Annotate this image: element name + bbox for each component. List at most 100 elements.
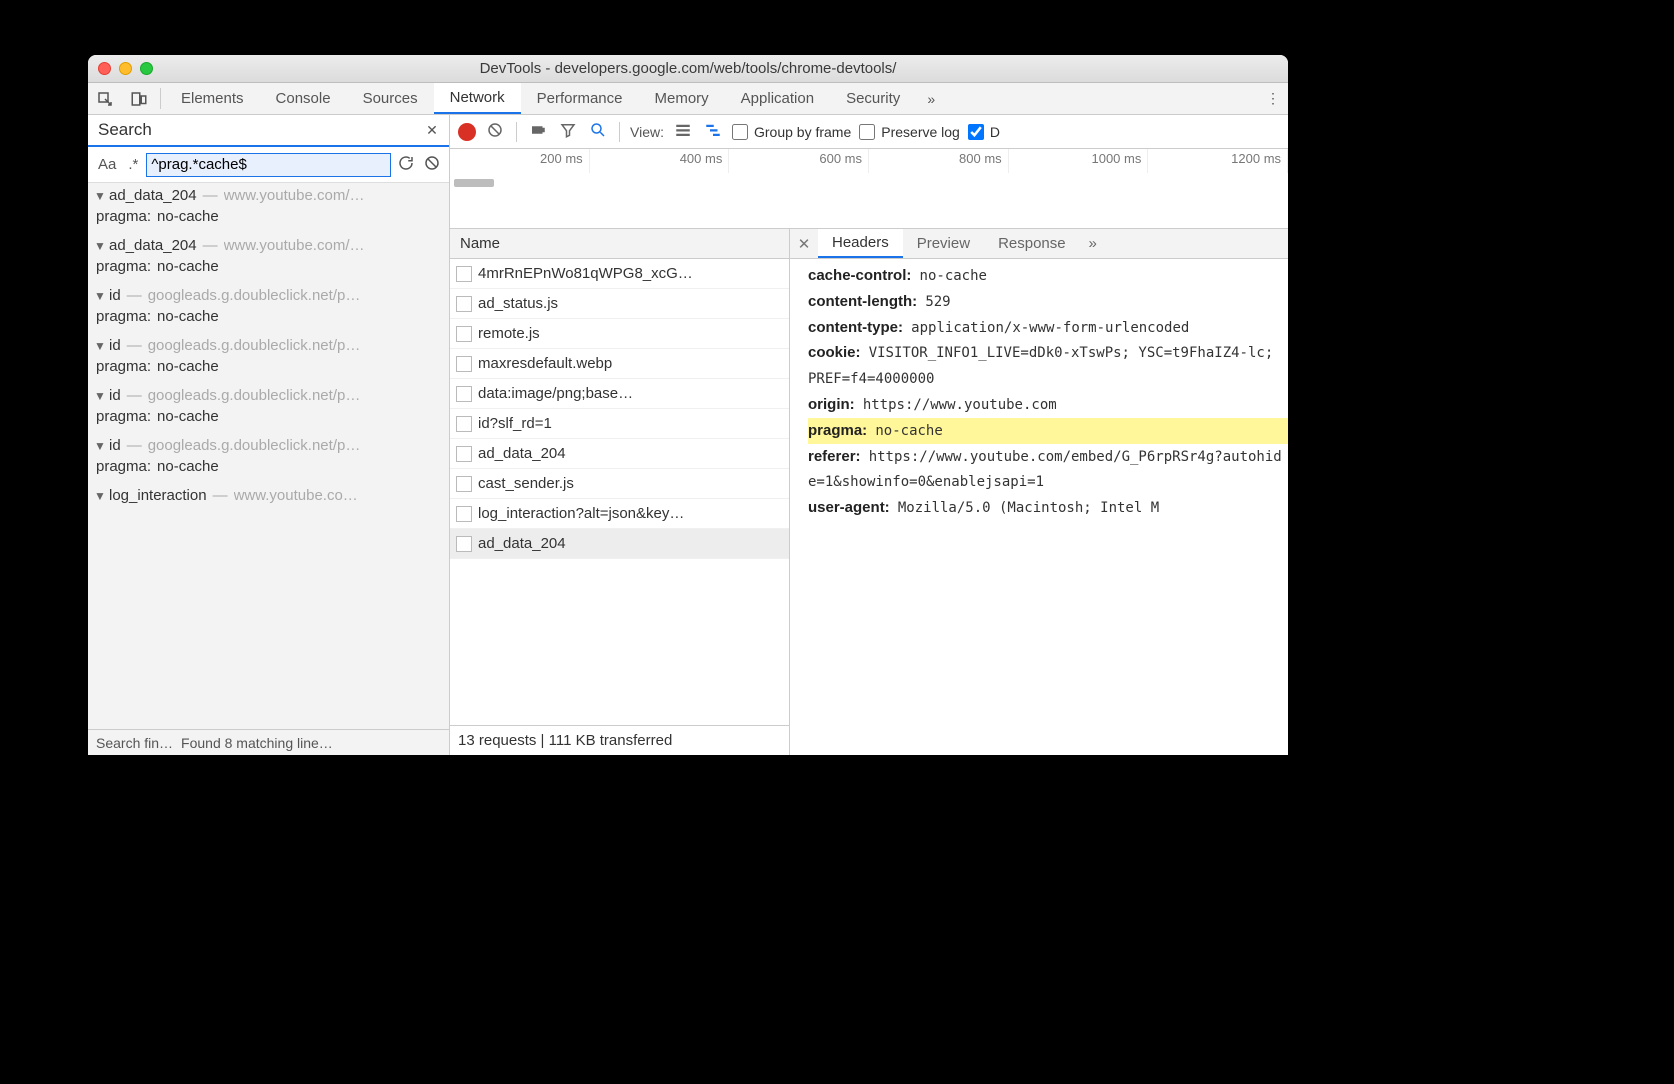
- request-row[interactable]: maxresdefault.webp: [450, 349, 789, 379]
- result-match[interactable]: pragma:no-cache: [94, 304, 443, 325]
- header-value: Mozilla/5.0 (Macintosh; Intel M: [894, 500, 1159, 516]
- request-row[interactable]: log_interaction?alt=json&key…: [450, 499, 789, 529]
- clear-search-icon[interactable]: [421, 154, 443, 175]
- tab-performance[interactable]: Performance: [521, 83, 639, 114]
- view-label: View:: [630, 124, 664, 140]
- tab-security[interactable]: Security: [830, 83, 916, 114]
- tab-sources[interactable]: Sources: [347, 83, 434, 114]
- minimize-window-button[interactable]: [119, 62, 132, 75]
- request-row[interactable]: id?slf_rd=1: [450, 409, 789, 439]
- header-value: https://www.youtube.com: [859, 397, 1057, 413]
- preserve-log-checkbox[interactable]: Preserve log: [859, 124, 960, 140]
- result-match[interactable]: pragma:no-cache: [94, 404, 443, 425]
- tab-console[interactable]: Console: [260, 83, 347, 114]
- request-row[interactable]: cast_sender.js: [450, 469, 789, 499]
- tab-memory[interactable]: Memory: [639, 83, 725, 114]
- search-result-item[interactable]: ▼id—googleads.g.doubleclick.net/p…pragma…: [88, 283, 449, 333]
- request-name: 4mrRnEPnWo81qWPG8_xcG…: [478, 265, 693, 282]
- tab-network[interactable]: Network: [434, 83, 521, 114]
- match-case-icon[interactable]: Aa: [94, 156, 120, 173]
- request-row[interactable]: data:image/png;base…: [450, 379, 789, 409]
- expand-triangle-icon[interactable]: ▼: [94, 189, 107, 203]
- header-row[interactable]: content-type: application/x-www-form-url…: [808, 315, 1288, 341]
- details-tab-headers[interactable]: Headers: [818, 229, 903, 258]
- group-by-frame-checkbox[interactable]: Group by frame: [732, 124, 851, 140]
- request-row[interactable]: ad_status.js: [450, 289, 789, 319]
- expand-triangle-icon[interactable]: ▼: [94, 339, 107, 353]
- more-options-icon[interactable]: ⋮: [1258, 83, 1288, 114]
- result-match[interactable]: pragma:no-cache: [94, 254, 443, 275]
- timeline-tick: 1200 ms: [1148, 149, 1288, 173]
- device-toolbar-icon[interactable]: [122, 83, 156, 114]
- result-filename: id: [109, 287, 121, 304]
- search-result-item[interactable]: ▼id—googleads.g.doubleclick.net/p…pragma…: [88, 333, 449, 383]
- screenshot-icon[interactable]: [527, 121, 549, 142]
- header-row[interactable]: user-agent: Mozilla/5.0 (Macintosh; Inte…: [808, 495, 1288, 521]
- network-toolbar: View: Group by frame Preserve log D: [450, 115, 1288, 149]
- header-row[interactable]: cookie: VISITOR_INFO1_LIVE=dDk0-xTswPs; …: [808, 340, 1288, 392]
- more-tabs-chevron-icon[interactable]: »: [916, 83, 946, 114]
- result-filename: ad_data_204: [109, 187, 197, 204]
- result-origin: googleads.g.doubleclick.net/p…: [148, 437, 361, 454]
- regex-icon[interactable]: .*: [124, 156, 142, 173]
- record-button[interactable]: [458, 123, 476, 141]
- header-row[interactable]: cache-control: no-cache: [808, 263, 1288, 289]
- file-icon: [456, 476, 472, 492]
- timeline-tick: 400 ms: [590, 149, 730, 173]
- details-tab-preview[interactable]: Preview: [903, 229, 984, 258]
- request-list: Name 4mrRnEPnWo81qWPG8_xcG… ad_status.jsr…: [450, 229, 790, 755]
- timeline-tick: 600 ms: [729, 149, 869, 173]
- search-result-item[interactable]: ▼ad_data_204—www.youtube.com/…pragma:no-…: [88, 183, 449, 233]
- header-row[interactable]: referer: https://www.youtube.com/embed/G…: [808, 444, 1288, 496]
- expand-triangle-icon[interactable]: ▼: [94, 439, 107, 453]
- clear-icon[interactable]: [484, 121, 506, 142]
- search-result-item[interactable]: ▼ad_data_204—www.youtube.com/…pragma:no-…: [88, 233, 449, 283]
- timeline-tick: 200 ms: [450, 149, 590, 173]
- search-result-item[interactable]: ▼id—googleads.g.doubleclick.net/p…pragma…: [88, 383, 449, 433]
- overview-timeline[interactable]: 200 ms400 ms600 ms800 ms1000 ms1200 ms: [450, 149, 1288, 229]
- waterfall-icon[interactable]: [702, 121, 724, 142]
- header-row[interactable]: content-length: 529: [808, 289, 1288, 315]
- headers-body: cache-control: no-cachecontent-length: 5…: [790, 259, 1288, 755]
- refresh-search-icon[interactable]: [395, 154, 417, 175]
- search-status: Search fin… Found 8 matching line…: [88, 729, 449, 755]
- request-row[interactable]: 4mrRnEPnWo81qWPG8_xcG…: [450, 259, 789, 289]
- inspect-element-icon[interactable]: [88, 83, 122, 114]
- disable-cache-checkbox[interactable]: D: [968, 124, 1000, 140]
- result-origin: googleads.g.doubleclick.net/p…: [148, 387, 361, 404]
- column-header-name[interactable]: Name: [450, 229, 789, 259]
- details-tab-response[interactable]: Response: [984, 229, 1080, 258]
- search-result-item[interactable]: ▼log_interaction—www.youtube.co…: [88, 483, 449, 512]
- zoom-window-button[interactable]: [140, 62, 153, 75]
- search-input[interactable]: [146, 153, 391, 177]
- expand-triangle-icon[interactable]: ▼: [94, 289, 107, 303]
- result-filename: id: [109, 337, 121, 354]
- tab-elements[interactable]: Elements: [165, 83, 260, 114]
- close-details-icon[interactable]: ✕: [790, 229, 818, 258]
- header-key: user-agent:: [808, 499, 890, 516]
- close-search-icon[interactable]: ✕: [421, 122, 443, 139]
- result-match[interactable]: pragma:no-cache: [94, 454, 443, 475]
- request-row[interactable]: ad_data_204: [450, 529, 789, 559]
- file-icon: [456, 446, 472, 462]
- search-icon[interactable]: [587, 121, 609, 142]
- header-row[interactable]: pragma: no-cache: [808, 418, 1288, 444]
- large-rows-icon[interactable]: [672, 121, 694, 142]
- details-more-tabs-icon[interactable]: »: [1080, 229, 1106, 258]
- devtools-window: DevTools - developers.google.com/web/too…: [88, 55, 1288, 755]
- request-row[interactable]: remote.js: [450, 319, 789, 349]
- tab-application[interactable]: Application: [725, 83, 830, 114]
- filter-icon[interactable]: [557, 121, 579, 142]
- request-row[interactable]: ad_data_204: [450, 439, 789, 469]
- file-icon: [456, 356, 472, 372]
- timeline-tick: 1000 ms: [1009, 149, 1149, 173]
- search-result-item[interactable]: ▼id—googleads.g.doubleclick.net/p…pragma…: [88, 433, 449, 483]
- header-row[interactable]: origin: https://www.youtube.com: [808, 392, 1288, 418]
- expand-triangle-icon[interactable]: ▼: [94, 239, 107, 253]
- expand-triangle-icon[interactable]: ▼: [94, 389, 107, 403]
- request-name: remote.js: [478, 325, 540, 342]
- expand-triangle-icon[interactable]: ▼: [94, 489, 107, 503]
- result-match[interactable]: pragma:no-cache: [94, 204, 443, 225]
- result-match[interactable]: pragma:no-cache: [94, 354, 443, 375]
- close-window-button[interactable]: [98, 62, 111, 75]
